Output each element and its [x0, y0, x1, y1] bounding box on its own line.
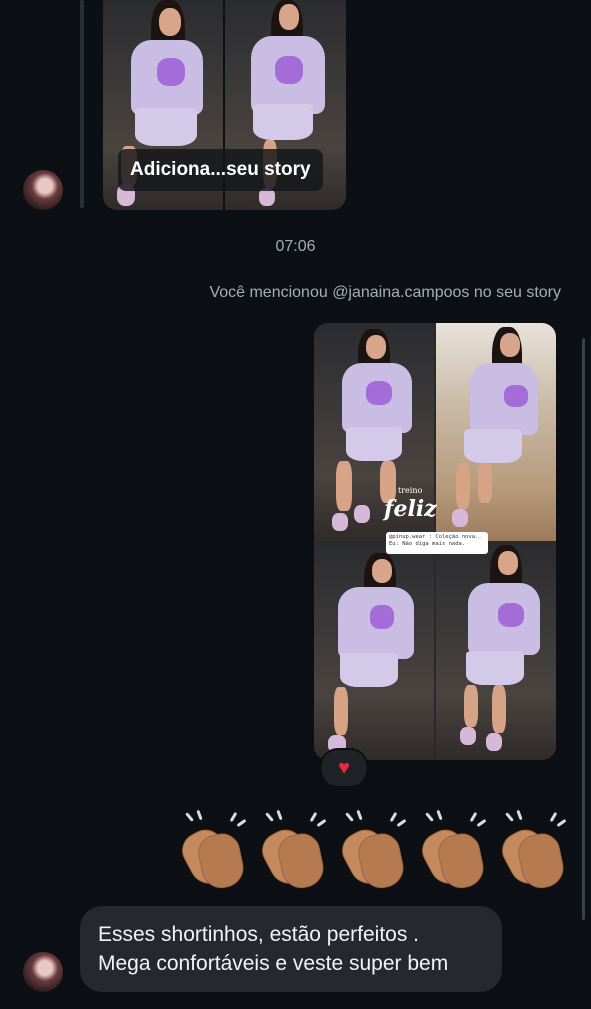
story-brand-top: treino: [398, 486, 423, 495]
clapping-hands-icon: [255, 809, 330, 892]
message-timestamp: 07:06: [275, 238, 316, 255]
clapping-hands-icon: [495, 809, 570, 892]
avatar[interactable]: [23, 170, 63, 210]
clapping-hands-icon: [335, 809, 410, 892]
collage-photo-2: [436, 323, 556, 541]
scrollbar[interactable]: [582, 338, 585, 920]
collage-photo-3: [314, 543, 434, 760]
heart-reaction[interactable]: ♥: [320, 748, 368, 788]
message-line-2: Mega confortáveis e veste super bem: [98, 952, 449, 975]
collage-photo-4: [436, 543, 556, 760]
story-brand-text: feliz: [384, 496, 437, 522]
clapping-hands-message[interactable]: [175, 809, 580, 892]
clapping-hands-icon: [415, 809, 490, 892]
mention-notice: Você mencionou @janaina.campoos no seu s…: [209, 284, 561, 301]
story-reply-label: Adiciona...seu story: [118, 149, 323, 191]
story-brand-logo: treino feliz: [384, 486, 437, 522]
story-caption: @pinup.wear : Coleção nova.. Eu: Não dig…: [386, 532, 488, 554]
message-bubble[interactable]: Esses shortinhos, estão perfeitos . Mega…: [80, 906, 502, 992]
reply-thread-line: [80, 0, 84, 208]
message-line-1: Esses shortinhos, estão perfeitos .: [98, 923, 419, 946]
avatar[interactable]: [23, 952, 63, 992]
heart-icon: ♥: [338, 756, 350, 779]
clapping-hands-icon: [175, 809, 250, 892]
